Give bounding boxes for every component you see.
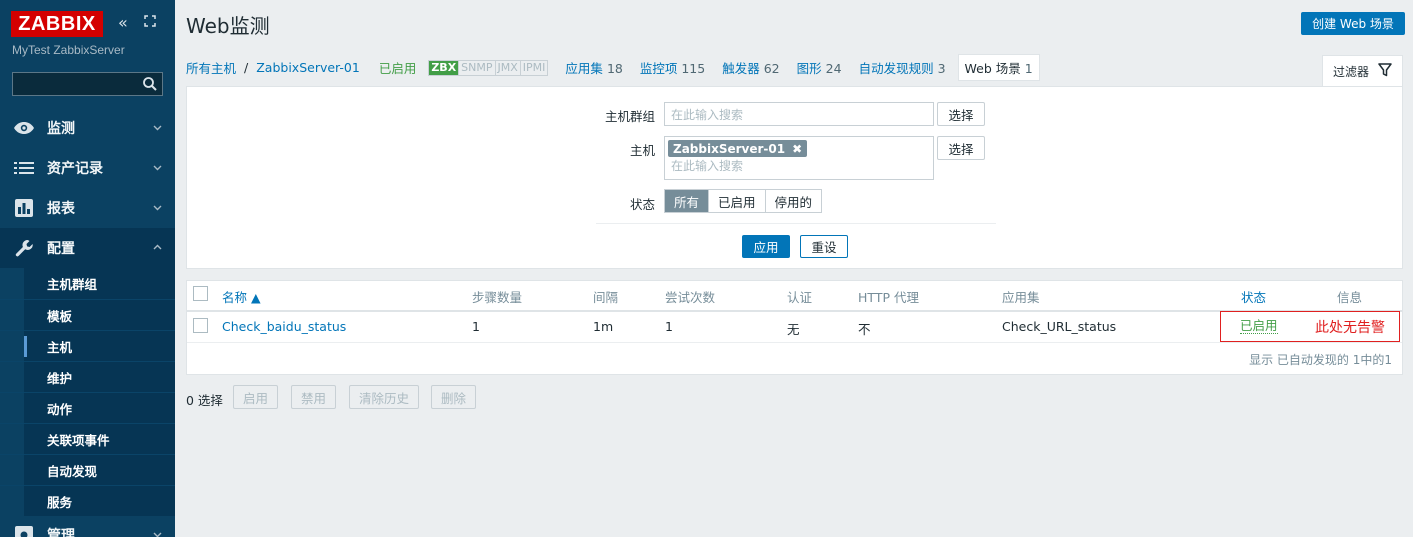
- reset-button[interactable]: 重设: [800, 235, 848, 258]
- link-triggers[interactable]: 触发器 62: [722, 58, 779, 77]
- jmx-badge: JMX: [494, 60, 520, 75]
- cell-http-proxy: 不: [858, 322, 871, 337]
- bar-chart-icon: [13, 198, 35, 218]
- host-input[interactable]: ZabbixServer-01 ✖ 在此输入搜索: [664, 136, 934, 180]
- nav-label: 监测: [47, 121, 75, 137]
- host-navigation: 所有主机 / ZabbixServer-01 已启用 ZBX SNMP JMX …: [186, 54, 1040, 81]
- column-header-status[interactable]: 状态: [1241, 287, 1266, 306]
- select-all-checkbox[interactable]: [193, 286, 208, 301]
- link-applications[interactable]: 应用集 18: [565, 58, 622, 77]
- create-web-scenario-button[interactable]: 创建 Web 场景: [1301, 12, 1405, 35]
- cell-attempts: 1: [665, 319, 673, 334]
- server-name: MyTest ZabbixServer: [12, 43, 125, 57]
- breadcrumb-all-hosts[interactable]: 所有主机: [186, 58, 236, 77]
- chevron-down-icon: [153, 532, 162, 537]
- submenu-hosts[interactable]: 主机: [0, 330, 175, 361]
- nav-configuration[interactable]: 配置: [0, 228, 175, 268]
- host-group-input[interactable]: 在此输入搜索: [664, 102, 934, 126]
- filter-divider: [596, 223, 996, 224]
- column-header-steps: 步骤数量: [472, 290, 523, 305]
- chevron-up-icon: [153, 244, 162, 250]
- enable-button[interactable]: 启用: [233, 385, 279, 409]
- submenu-event-correlation[interactable]: 关联项事件: [0, 423, 175, 454]
- nav-reports[interactable]: 报表: [0, 188, 175, 228]
- nav-inventory[interactable]: 资产记录: [0, 148, 175, 188]
- remove-chip-icon[interactable]: ✖: [792, 142, 802, 156]
- nav-label: 配置: [47, 241, 75, 257]
- tab-web-scenarios[interactable]: Web 场景 1: [957, 54, 1040, 81]
- host-label: 主机: [629, 143, 655, 158]
- status-option-enabled[interactable]: 已启用: [708, 190, 765, 212]
- column-header-name[interactable]: 名称 ▲: [222, 287, 261, 306]
- funnel-icon: [1378, 63, 1392, 77]
- status-label: 状态: [629, 197, 655, 212]
- disable-button[interactable]: 禁用: [291, 385, 337, 409]
- host-select-button[interactable]: 选择: [937, 136, 985, 160]
- breadcrumb-separator: /: [244, 60, 249, 75]
- cell-application: Check_URL_status: [1002, 319, 1117, 334]
- submenu-maintenance[interactable]: 维护: [0, 361, 175, 392]
- sidebar: ZABBIX « MyTest ZabbixServer 监测 资产记录 报表: [0, 0, 175, 537]
- delete-button[interactable]: 删除: [431, 385, 477, 409]
- table-footer-count: 显示 已自动发现的 1中的1: [1249, 353, 1392, 367]
- nav-label: 管理: [47, 528, 75, 537]
- apply-button[interactable]: 应用: [742, 235, 790, 258]
- nav-monitoring[interactable]: 监测: [0, 108, 175, 148]
- eye-icon: [13, 118, 35, 138]
- sidebar-search-input[interactable]: [12, 72, 163, 96]
- link-graphs[interactable]: 图形 24: [797, 58, 842, 77]
- column-header-authentication: 认证: [787, 290, 813, 305]
- cell-authentication: 无: [787, 322, 800, 337]
- clear-history-button[interactable]: 清除历史: [349, 385, 420, 409]
- configuration-submenu: 主机群组 模板 主机 维护 动作 关联项事件 自动发现 服务: [0, 268, 175, 516]
- cell-interval: 1m: [593, 319, 614, 334]
- search-icon[interactable]: [142, 76, 158, 92]
- chevron-down-icon: [153, 165, 162, 171]
- host-chip[interactable]: ZabbixServer-01 ✖: [668, 140, 808, 157]
- filter-tab[interactable]: 过滤器: [1322, 55, 1403, 86]
- status-option-all[interactable]: 所有: [665, 190, 709, 212]
- link-items[interactable]: 监控项 115: [640, 58, 705, 77]
- filter-panel: 主机群组 在此输入搜索 选择 主机 ZabbixServer-01 ✖ 在此输入…: [186, 86, 1403, 269]
- selected-count: 0 选择: [186, 393, 223, 408]
- nav-label: 资产记录: [47, 161, 103, 177]
- host-group-select-button[interactable]: 选择: [937, 102, 985, 126]
- list-icon: [13, 158, 35, 178]
- scenario-name-link[interactable]: Check_baidu_status: [222, 319, 346, 334]
- submenu-host-groups[interactable]: 主机群组: [0, 268, 175, 299]
- column-header-info: 信息: [1337, 290, 1363, 305]
- page-title: Web监测: [186, 14, 270, 38]
- status-segmented-control: 所有 已启用 停用的: [664, 189, 823, 213]
- nav-label: 报表: [47, 201, 75, 217]
- filter-tab-label: 过滤器: [1333, 64, 1370, 79]
- chevron-down-icon: [153, 125, 162, 131]
- submenu-actions[interactable]: 动作: [0, 392, 175, 423]
- breadcrumb-host[interactable]: ZabbixServer-01: [256, 60, 360, 75]
- zbx-badge: ZBX: [429, 60, 459, 75]
- host-status: 已启用: [378, 61, 417, 76]
- annotation-note: 此处无告警: [1315, 320, 1385, 336]
- zabbix-logo[interactable]: ZABBIX: [11, 11, 103, 37]
- link-discovery-rules[interactable]: 自动发现规则 3: [859, 58, 946, 77]
- wrench-icon: [13, 238, 35, 258]
- submenu-services[interactable]: 服务: [0, 485, 175, 516]
- column-header-attempts: 尝试次数: [665, 290, 716, 305]
- nav-administration[interactable]: 管理: [0, 515, 175, 537]
- gear-icon: [13, 525, 35, 537]
- submenu-templates[interactable]: 模板: [0, 299, 175, 330]
- host-group-label: 主机群组: [604, 109, 655, 124]
- collapse-sidebar-icon[interactable]: «: [118, 14, 128, 32]
- column-header-http-proxy: HTTP 代理: [858, 290, 919, 305]
- column-header-interval: 间隔: [593, 290, 619, 305]
- row-checkbox[interactable]: [193, 318, 208, 333]
- ipmi-badge: IPMI: [519, 60, 548, 75]
- snmp-badge: SNMP: [458, 60, 495, 75]
- submenu-discovery[interactable]: 自动发现: [0, 454, 175, 485]
- availability-badges: ZBX SNMP JMX IPMI: [428, 59, 549, 76]
- column-header-application: 应用集: [1002, 290, 1040, 305]
- chevron-down-icon: [153, 205, 162, 211]
- status-option-disabled[interactable]: 停用的: [764, 190, 822, 212]
- cell-steps: 1: [472, 319, 480, 334]
- kiosk-mode-icon[interactable]: [144, 15, 156, 27]
